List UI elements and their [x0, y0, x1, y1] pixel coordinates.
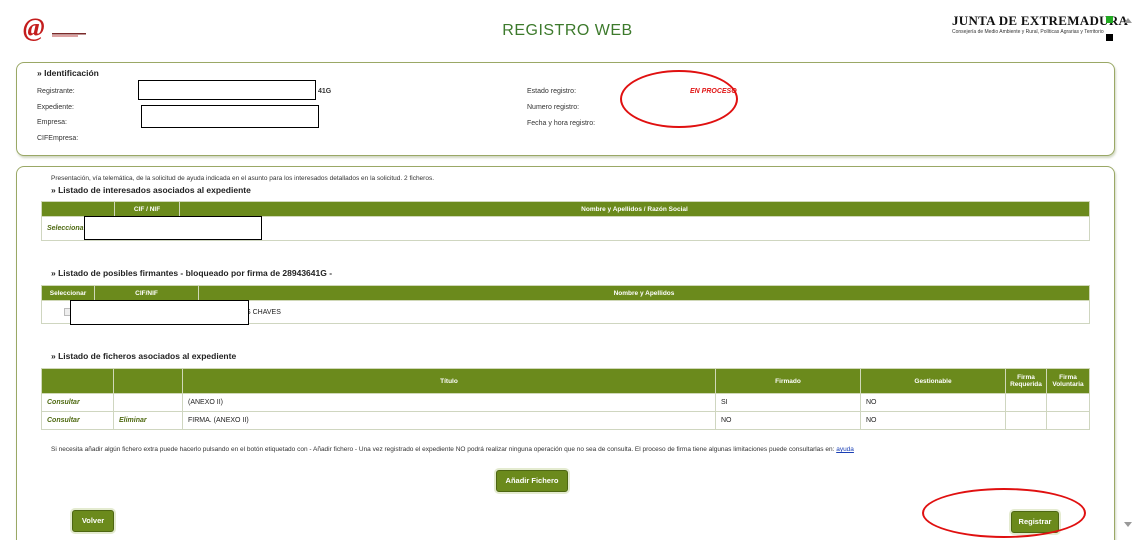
- scroll-up-arrow[interactable]: [1124, 18, 1132, 23]
- org-name: JUNTA DE EXTREMADURA: [952, 13, 1129, 28]
- fichero-firma-requerida: [1005, 393, 1047, 412]
- interesado-nombre: [179, 216, 1090, 241]
- ficheros-table: Título Firmado Gestionable Firma Requeri…: [41, 368, 1090, 430]
- fichero-firma-voluntaria: [1046, 393, 1090, 412]
- interesados-header-blank: [41, 201, 115, 217]
- fecha-registro-label: Fecha y hora registro:: [527, 120, 596, 127]
- ficheros-header-blank1: [41, 368, 114, 394]
- ficheros-header-titulo: Título: [182, 368, 716, 394]
- firmante-nombre: S CHAVES: [198, 300, 1090, 324]
- ficheros-header-gestionable: Gestionable: [860, 368, 1006, 394]
- consultar-link[interactable]: Consultar: [41, 411, 114, 430]
- interesados-header-cif: CIF / NIF: [114, 201, 180, 217]
- redacted-firmante: [70, 300, 249, 325]
- add-file-button[interactable]: Añadir Fichero: [496, 470, 568, 492]
- firmantes-header-seleccionar: Seleccionar: [41, 285, 95, 301]
- info-text-line: Si necesita añadir algún fichero extra p…: [51, 446, 854, 453]
- fichero-firmado: SI: [715, 393, 861, 412]
- ficheros-header-blank2: [113, 368, 183, 394]
- fichero-gestionable: NO: [860, 411, 1006, 430]
- identificacion-title: » Identificación: [37, 68, 99, 78]
- firmantes-header-cif: CIF/NIF: [94, 285, 199, 301]
- fichero-firma-voluntaria: [1046, 411, 1090, 430]
- empresa-label: Empresa:: [37, 119, 67, 126]
- firmantes-header-row: Seleccionar CIF/NIF Nombre y Apellidos: [41, 285, 1090, 301]
- ayuda-link[interactable]: ayuda: [836, 446, 854, 453]
- fichero-titulo: (ANEXO II): [182, 393, 716, 412]
- scroll-down-arrow[interactable]: [1124, 522, 1132, 527]
- ficheros-header-firma-requerida: Firma Requerida: [1005, 368, 1047, 394]
- ficheros-title: » Listado de ficheros asociados al exped…: [51, 351, 237, 361]
- back-button[interactable]: Volver: [72, 510, 114, 532]
- annotation-ellipse-estado: [620, 70, 738, 128]
- info-text: Si necesita añadir algún fichero extra p…: [51, 446, 835, 453]
- estado-label: Estado registro:: [527, 88, 577, 95]
- firmantes-title: » Listado de posibles firmantes - bloque…: [51, 268, 333, 278]
- table-row: Consultar (ANEXO II) SI NO: [41, 393, 1090, 412]
- ficheros-header-firma-voluntaria: Firma Voluntaria: [1046, 368, 1090, 394]
- table-row: Consultar Eliminar FIRMA. (ANEXO II) NO …: [41, 411, 1090, 430]
- fichero-firmado: NO: [715, 411, 861, 430]
- fichero-firma-requerida: [1005, 411, 1047, 430]
- expediente-label: Expediente:: [37, 104, 74, 111]
- green-square-icon: [1106, 16, 1113, 23]
- firmantes-header-nombre: Nombre y Apellidos: [198, 285, 1090, 301]
- eliminar-link[interactable]: Eliminar: [113, 411, 183, 430]
- black-square-icon: [1106, 34, 1113, 41]
- ficheros-header-firmado: Firmado: [715, 368, 861, 394]
- cifempresa-label: CIFEmpresa:: [37, 135, 79, 142]
- numero-registro-label: Numero registro:: [527, 104, 580, 111]
- redacted-registrante: [138, 80, 316, 100]
- registrante-value: 41G: [318, 88, 332, 95]
- interesados-title: » Listado de interesados asociados al ex…: [51, 185, 251, 195]
- redacted-interesado: [84, 216, 262, 240]
- interesados-header-row: CIF / NIF Nombre y Apellidos / Razón Soc…: [41, 201, 1090, 217]
- ficheros-header-row: Título Firmado Gestionable Firma Requeri…: [41, 368, 1090, 394]
- fichero-titulo: FIRMA. (ANEXO II): [182, 411, 716, 430]
- fichero-gestionable: NO: [860, 393, 1006, 412]
- eliminar-cell: [113, 393, 183, 412]
- registrante-label: Registrante:: [37, 88, 75, 95]
- interesados-header-nombre: Nombre y Apellidos / Razón Social: [179, 201, 1090, 217]
- annotation-ellipse-registrar: [922, 488, 1086, 538]
- org-subtitle: Consejería de Medio Ambiente y Rural, Po…: [952, 29, 1104, 35]
- consultar-link[interactable]: Consultar: [41, 393, 114, 412]
- presentacion-text: Presentación, vía telemática, de la soli…: [51, 175, 435, 182]
- redacted-expediente: [141, 105, 319, 128]
